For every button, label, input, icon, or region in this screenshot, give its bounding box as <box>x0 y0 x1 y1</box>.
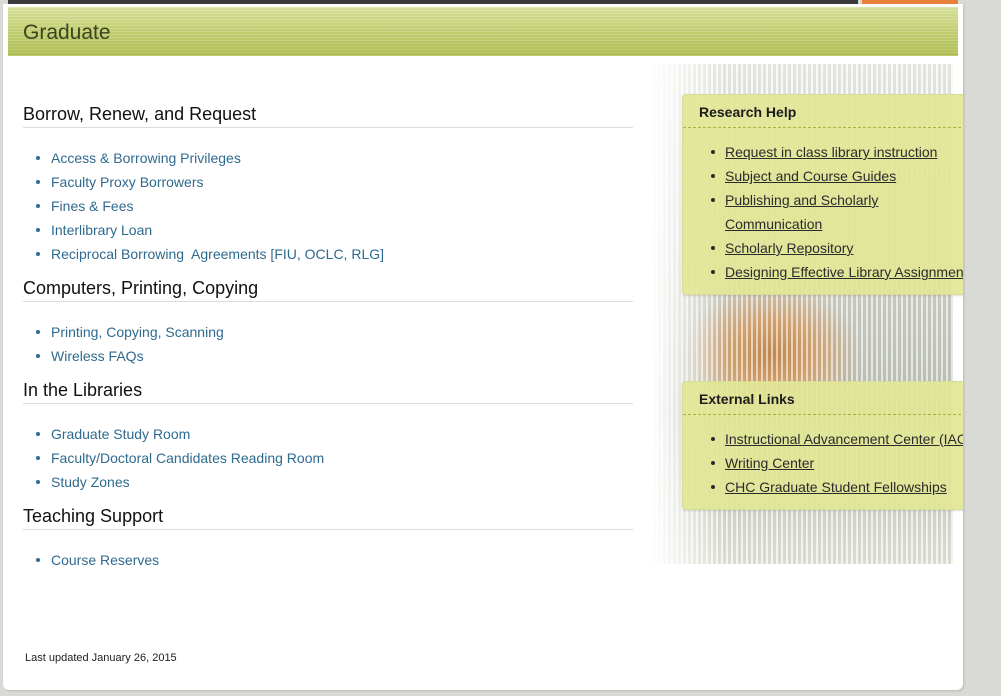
section-computers: Computers, Printing, Copying Printing, C… <box>23 278 633 368</box>
main-content: Borrow, Renew, and Request Access & Borr… <box>23 104 633 584</box>
list-item: Course Reserves <box>36 548 633 572</box>
link-reading-room[interactable]: Faculty/Doctoral Candidates Reading Room <box>51 450 324 466</box>
panel-link-list: Instructional Advancement Center (IAC) W… <box>683 427 963 499</box>
list-item: Study Zones <box>36 470 633 494</box>
link-interlibrary-loan[interactable]: Interlibrary Loan <box>51 222 152 238</box>
list-item: Interlibrary Loan <box>36 218 633 242</box>
page-banner: Graduate <box>8 7 958 56</box>
link-scholarly-communication[interactable]: Publishing and Scholarly Communication <box>725 192 878 232</box>
list-item: Wireless FAQs <box>36 344 633 368</box>
list-item: Subject and Course Guides <box>711 164 963 188</box>
external-links-panel: External Links Instructional Advancement… <box>682 381 963 510</box>
section-borrow: Borrow, Renew, and Request Access & Borr… <box>23 104 633 266</box>
link-designing-assignments[interactable]: Designing Effective Library Assignments <box>725 264 963 280</box>
link-study-zones[interactable]: Study Zones <box>51 474 130 490</box>
last-updated-text: Last updated January 26, 2015 <box>25 652 177 664</box>
link-course-reserves[interactable]: Course Reserves <box>51 552 159 568</box>
research-help-panel: Research Help Request in class library i… <box>682 94 963 295</box>
link-faculty-proxy[interactable]: Faculty Proxy Borrowers <box>51 174 203 190</box>
list-item: Faculty Proxy Borrowers <box>36 170 633 194</box>
list-item: Printing, Copying, Scanning <box>36 320 633 344</box>
panel-link-list: Request in class library instruction Sub… <box>683 140 963 284</box>
section-teaching: Teaching Support Course Reserves <box>23 506 633 572</box>
list-item: Graduate Study Room <box>36 422 633 446</box>
link-list: Course Reserves <box>23 548 633 572</box>
list-item: Request in class library instruction <box>711 140 963 164</box>
page-container: Graduate Borrow, Renew, and Request Acce… <box>3 4 963 690</box>
list-item: Designing Effective Library Assignments <box>711 260 963 284</box>
link-class-instruction[interactable]: Request in class library instruction <box>725 144 937 160</box>
list-item: Access & Borrowing Privileges <box>36 146 633 170</box>
list-item: Faculty/Doctoral Candidates Reading Room <box>36 446 633 470</box>
link-graduate-study-room[interactable]: Graduate Study Room <box>51 426 190 442</box>
link-list: Graduate Study Room Faculty/Doctoral Can… <box>23 422 633 494</box>
list-item: Fines & Fees <box>36 194 633 218</box>
link-list: Access & Borrowing Privileges Faculty Pr… <box>23 146 633 266</box>
link-printing-copying[interactable]: Printing, Copying, Scanning <box>51 324 224 340</box>
list-item: Publishing and Scholarly Communication <box>711 188 963 236</box>
section-heading: Borrow, Renew, and Request <box>23 104 633 128</box>
list-item: Reciprocal Borrowing Agreements [FIU, OC… <box>36 242 633 266</box>
section-heading: Computers, Printing, Copying <box>23 278 633 302</box>
list-item: Scholarly Repository <box>711 236 963 260</box>
list-item: CHC Graduate Student Fellowships <box>711 475 963 499</box>
link-subject-guides[interactable]: Subject and Course Guides <box>725 168 896 184</box>
list-item: Instructional Advancement Center (IAC) <box>711 427 963 451</box>
panel-title: Research Help <box>683 95 963 128</box>
section-libraries: In the Libraries Graduate Study Room Fac… <box>23 380 633 494</box>
section-heading: In the Libraries <box>23 380 633 404</box>
section-heading: Teaching Support <box>23 506 633 530</box>
link-fines-fees[interactable]: Fines & Fees <box>51 198 133 214</box>
list-item: Writing Center <box>711 451 963 475</box>
link-iac[interactable]: Instructional Advancement Center (IAC) <box>725 431 963 447</box>
panel-title: External Links <box>683 382 963 415</box>
link-reciprocal-borrowing[interactable]: Reciprocal Borrowing Agreements [FIU, OC… <box>51 246 384 262</box>
link-scholarly-repository[interactable]: Scholarly Repository <box>725 240 853 256</box>
link-writing-center[interactable]: Writing Center <box>725 455 814 471</box>
link-access-borrowing[interactable]: Access & Borrowing Privileges <box>51 150 241 166</box>
page-title: Graduate <box>23 21 111 44</box>
link-chc-fellowships[interactable]: CHC Graduate Student Fellowships <box>725 479 947 495</box>
link-list: Printing, Copying, Scanning Wireless FAQ… <box>23 320 633 368</box>
link-wireless-faqs[interactable]: Wireless FAQs <box>51 348 144 364</box>
